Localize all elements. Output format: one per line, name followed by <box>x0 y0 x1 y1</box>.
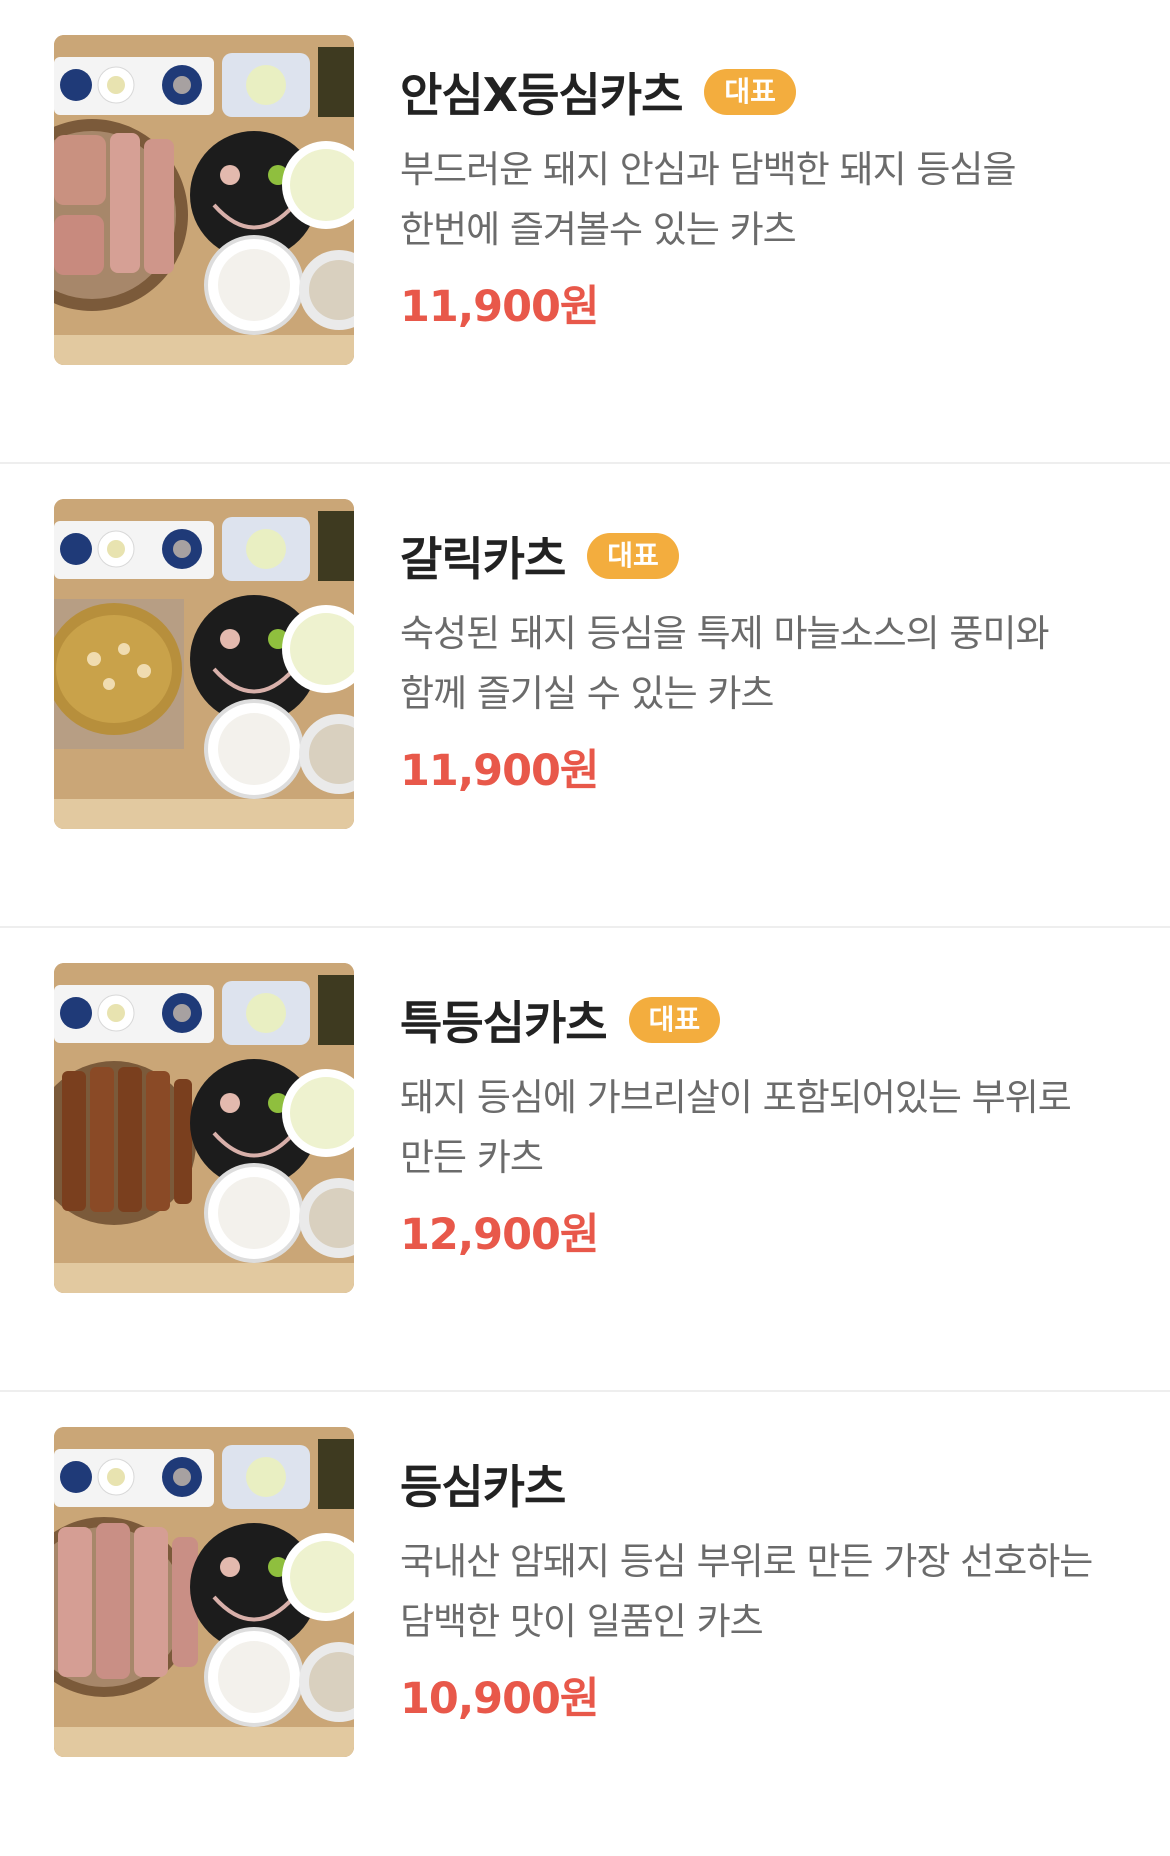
menu-title-row: 등심카츠 <box>400 1454 1120 1514</box>
menu-item[interactable]: 갈릭카츠 대표 숙성된 돼지 등심을 특제 마늘소스의 풍미와 함께 즐기실 수… <box>0 464 1170 928</box>
menu-item[interactable]: 등심카츠 국내산 암돼지 등심 부위로 만든 가장 선호하는 담백한 맛이 일품… <box>0 1392 1170 1856</box>
food-photo[interactable] <box>54 1427 354 1757</box>
menu-name: 특등심카츠 <box>400 996 608 1050</box>
menu-name: 등심카츠 <box>400 1460 566 1514</box>
menu-name: 안심X등심카츠 <box>400 68 683 122</box>
special-loin-katsu-set-image <box>54 963 354 1293</box>
menu-name: 갈릭카츠 <box>400 532 566 586</box>
menu-title-row: 안심X등심카츠 대표 <box>400 62 1120 122</box>
menu-info: 등심카츠 국내산 암돼지 등심 부위로 만든 가장 선호하는 담백한 맛이 일품… <box>400 1454 1120 1726</box>
signature-badge: 대표 <box>587 533 679 579</box>
menu-description: 부드러운 돼지 안심과 담백한 돼지 등심을 한번에 즐겨볼수 있는 카츠 <box>400 148 1017 251</box>
menu-item[interactable]: 안심X등심카츠 대표 부드러운 돼지 안심과 담백한 돼지 등심을 한번에 즐겨… <box>0 0 1170 464</box>
menu-info: 특등심카츠 대표 돼지 등심에 가브리살이 포함되어있는 부위로 만든 카츠 1… <box>400 990 1120 1262</box>
menu-description: 숙성된 돼지 등심을 특제 마늘소스의 풍미와 함께 즐기실 수 있는 카츠 <box>400 612 1050 715</box>
food-photo[interactable] <box>54 35 354 365</box>
menu-info: 안심X등심카츠 대표 부드러운 돼지 안심과 담백한 돼지 등심을 한번에 즐겨… <box>400 62 1120 334</box>
garlic-katsu-set-image <box>54 499 354 829</box>
menu-info: 갈릭카츠 대표 숙성된 돼지 등심을 특제 마늘소스의 풍미와 함께 즐기실 수… <box>400 526 1120 798</box>
menu-item[interactable]: 특등심카츠 대표 돼지 등심에 가브리살이 포함되어있는 부위로 만든 카츠 1… <box>0 928 1170 1392</box>
menu-description: 돼지 등심에 가브리살이 포함되어있는 부위로 만든 카츠 <box>400 1076 1072 1179</box>
menu-price: 11,900원 <box>400 282 600 332</box>
menu-title-row: 특등심카츠 대표 <box>400 990 1120 1050</box>
menu-description: 국내산 암돼지 등심 부위로 만든 가장 선호하는 담백한 맛이 일품인 카츠 <box>400 1540 1093 1643</box>
menu-price: 12,900원 <box>400 1210 600 1260</box>
tonkatsu-set-image <box>54 35 354 365</box>
menu-list: 안심X등심카츠 대표 부드러운 돼지 안심과 담백한 돼지 등심을 한번에 즐겨… <box>0 0 1170 1856</box>
menu-price: 10,900원 <box>400 1674 600 1724</box>
signature-badge: 대표 <box>628 997 721 1043</box>
signature-badge: 대표 <box>704 69 796 115</box>
loin-katsu-set-image <box>54 1427 354 1757</box>
food-photo[interactable] <box>54 963 354 1293</box>
menu-price: 11,900원 <box>400 746 600 796</box>
menu-title-row: 갈릭카츠 대표 <box>400 526 1120 586</box>
food-photo[interactable] <box>54 499 354 829</box>
